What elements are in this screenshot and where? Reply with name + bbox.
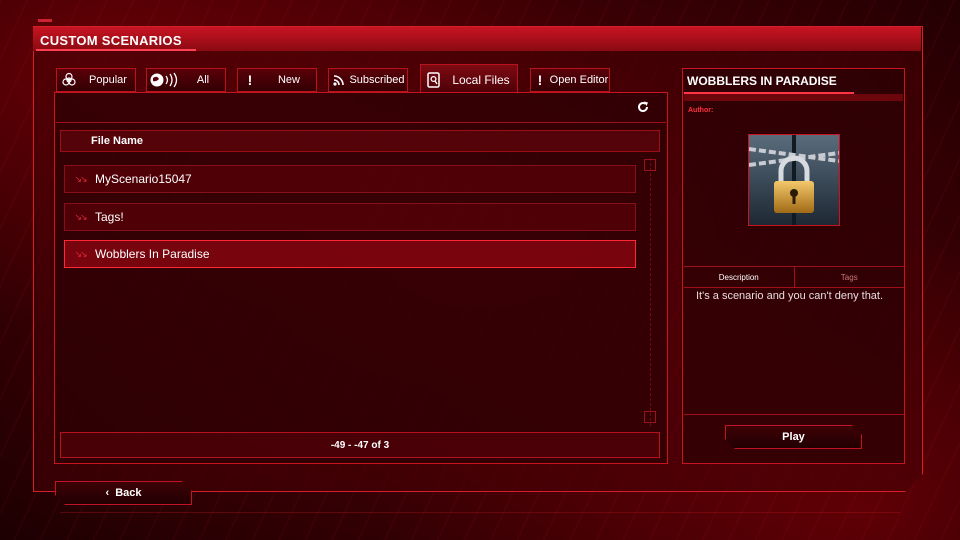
tab-description[interactable]: Description: [684, 267, 794, 287]
scrollbar-track[interactable]: [650, 158, 661, 426]
tab-label: New: [277, 74, 300, 86]
chevron-double-icon: ↘↘: [74, 211, 87, 222]
biohazard-icon: [57, 72, 81, 88]
scroll-up-button[interactable]: [644, 159, 656, 171]
padlock-chains-icon: [748, 134, 840, 226]
pagination-status: -49 - -47 of 3: [60, 432, 660, 458]
list-toolbar: [56, 94, 666, 123]
list-item-selected[interactable]: ↘↘ Wobblers In Paradise: [64, 240, 636, 268]
tab-tags[interactable]: Tags: [793, 267, 905, 287]
list-item[interactable]: ↘↘ Tags!: [64, 203, 636, 231]
rss-icon: [329, 74, 347, 86]
file-name: Wobblers In Paradise: [95, 247, 210, 261]
page-title: CUSTOM SCENARIOS: [40, 33, 182, 48]
detail-tabs: Description Tags: [684, 266, 904, 288]
scenario-title: WOBBLERS IN PARADISE: [687, 74, 837, 88]
chevron-double-icon: ↘↘: [74, 248, 87, 259]
tab-local-files[interactable]: Local Files: [420, 64, 518, 94]
file-icon: [421, 71, 445, 88]
chevron-left-icon: ‹: [105, 487, 110, 499]
tab-popular[interactable]: Popular: [56, 68, 136, 92]
title-underline: [36, 49, 196, 51]
footer-divider: [60, 512, 900, 513]
corner-tag: [38, 19, 52, 22]
tab-subscribed[interactable]: Subscribed: [328, 68, 408, 92]
tab-label: Popular: [89, 74, 127, 86]
tab-label: Open Editor: [549, 74, 609, 86]
refresh-icon[interactable]: [636, 100, 652, 116]
exclamation-icon: !: [537, 72, 543, 88]
scenario-description: It's a scenario and you can't deny that.: [696, 290, 884, 302]
tab-label: Local Files: [452, 72, 510, 87]
tab-all[interactable]: All: [146, 68, 226, 92]
tab-open-editor[interactable]: ! Open Editor: [530, 68, 610, 92]
exclamation-icon: !: [247, 72, 253, 88]
play-button[interactable]: Play: [725, 425, 862, 449]
back-button-label: Back: [115, 487, 142, 499]
globe-broadcast-icon: [147, 72, 181, 88]
file-name: Tags!: [95, 210, 124, 224]
tab-label: Subscribed: [349, 74, 405, 86]
title-bar-strip: [684, 94, 903, 101]
scroll-down-button[interactable]: [644, 411, 656, 423]
play-button-label: Play: [782, 431, 805, 443]
divider: [684, 414, 904, 415]
file-name: MyScenario15047: [95, 172, 192, 186]
column-header-row: [60, 130, 660, 152]
tab-label: All: [196, 74, 210, 86]
list-item[interactable]: ↘↘ MyScenario15047: [64, 165, 636, 193]
back-button[interactable]: ‹ Back: [55, 481, 192, 505]
tab-new[interactable]: ! New: [237, 68, 317, 92]
column-header-file-name[interactable]: File Name: [91, 135, 143, 147]
chevron-double-icon: ↘↘: [74, 173, 87, 184]
author-label: Author:: [688, 107, 714, 114]
